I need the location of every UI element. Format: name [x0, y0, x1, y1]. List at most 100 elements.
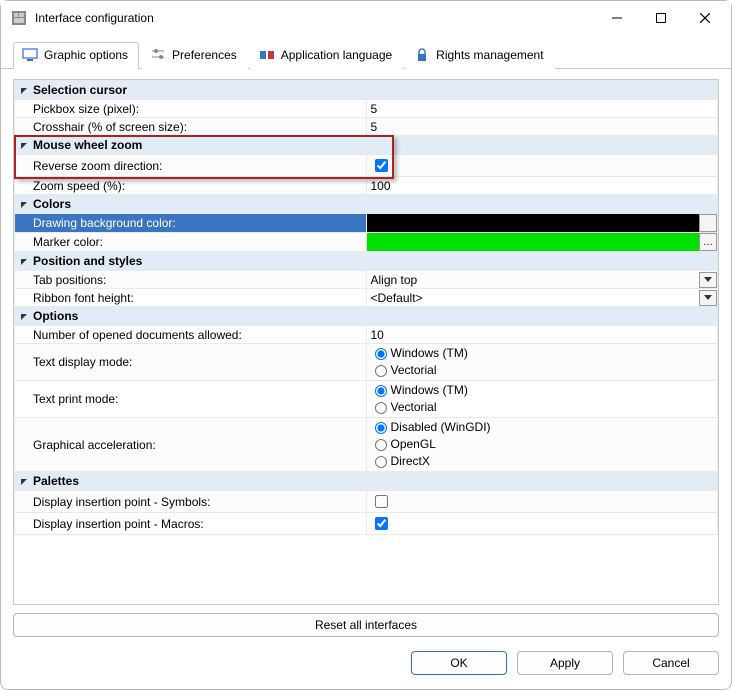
label: Display insertion point - Symbols: — [33, 495, 210, 509]
sliders-icon — [150, 47, 166, 63]
property-grid: Selection cursor Pickbox size (pixel): 5… — [14, 80, 718, 535]
section-title: Options — [33, 309, 78, 323]
text-print-vectorial-radio-label[interactable]: Vectorial — [371, 399, 714, 416]
row-tab-positions: Tab positions: Align top — [15, 271, 718, 289]
label: Crosshair (% of screen size): — [33, 120, 187, 134]
marker-color-swatch[interactable] — [367, 233, 700, 251]
tab-label: Rights management — [436, 48, 543, 62]
label: Ribbon font height: — [33, 291, 134, 305]
row-reverse-zoom: Reverse zoom direction: — [15, 155, 718, 177]
tab-application-language[interactable]: Application language — [250, 42, 403, 69]
gaccel-directx-radio[interactable] — [375, 456, 387, 468]
tab-graphic-options[interactable]: Graphic options — [13, 42, 139, 69]
tab-label: Graphic options — [44, 48, 128, 62]
apply-button[interactable]: Apply — [517, 651, 613, 675]
section-title: Selection cursor — [33, 83, 127, 97]
row-display-insertion-macros: Display insertion point - Macros: — [15, 513, 718, 535]
text-display-windows-radio-label[interactable]: Windows (TM) — [371, 345, 714, 362]
label: Reverse zoom direction: — [33, 159, 162, 173]
minimize-button[interactable] — [595, 3, 639, 33]
section-options[interactable]: Options — [15, 307, 718, 326]
window-title: Interface configuration — [35, 11, 595, 25]
text-display-windows-radio[interactable] — [375, 348, 387, 360]
section-selection-cursor[interactable]: Selection cursor — [15, 81, 718, 100]
label: Text print mode: — [33, 392, 118, 406]
row-pickbox-size: Pickbox size (pixel): 5 — [15, 100, 718, 118]
symbols-checkbox[interactable] — [375, 495, 388, 508]
row-display-insertion-symbols: Display insertion point - Symbols: — [15, 491, 718, 513]
bg-color-swatch[interactable] — [367, 214, 700, 232]
disclosure-icon — [19, 476, 29, 486]
dialog-buttons: OK Apply Cancel — [1, 645, 731, 689]
gaccel-disabled-radio[interactable] — [375, 422, 387, 434]
row-ribbon-font-height: Ribbon font height: <Default> — [15, 289, 718, 307]
tab-positions-combo[interactable]: Align top — [367, 272, 718, 288]
monitor-icon — [22, 47, 38, 63]
tab-rights-management[interactable]: Rights management — [405, 42, 554, 69]
row-opened-documents: Number of opened documents allowed: 10 — [15, 326, 718, 344]
property-grid-container: Selection cursor Pickbox size (pixel): 5… — [13, 79, 719, 605]
reverse-zoom-checkbox[interactable] — [375, 159, 388, 172]
section-title: Palettes — [33, 474, 79, 488]
row-text-print-mode: Text print mode: Windows (TM) Vectorial — [15, 381, 718, 418]
section-palettes[interactable]: Palettes — [15, 472, 718, 491]
label: Zoom speed (%): — [33, 179, 125, 193]
label: Drawing background color: — [33, 216, 176, 230]
chevron-down-icon[interactable] — [699, 290, 717, 306]
chevron-down-icon[interactable] — [699, 272, 717, 288]
label: Display insertion point - Macros: — [33, 517, 204, 531]
marker-color-picker-button[interactable]: … — [699, 233, 717, 251]
gaccel-opengl-radio[interactable] — [375, 439, 387, 451]
text-print-windows-radio[interactable] — [375, 385, 387, 397]
ribbon-font-height-combo[interactable]: <Default> — [367, 290, 718, 306]
cancel-button[interactable]: Cancel — [623, 651, 719, 675]
section-mouse-wheel-zoom[interactable]: Mouse wheel zoom — [15, 136, 718, 155]
bg-color-picker-button[interactable]: … — [699, 214, 717, 232]
label: Tab positions: — [33, 273, 106, 287]
tabstrip: Graphic options Preferences Application … — [1, 35, 731, 69]
label: Graphical acceleration: — [33, 438, 156, 452]
ok-button[interactable]: OK — [411, 651, 507, 675]
text-print-windows-radio-label[interactable]: Windows (TM) — [371, 382, 714, 399]
label: Marker color: — [33, 235, 103, 249]
language-icon — [259, 47, 275, 63]
lock-icon — [414, 47, 430, 63]
row-text-display-mode: Text display mode: Windows (TM) Vectoria… — [15, 344, 718, 381]
row-zoom-speed: Zoom speed (%): 100 — [15, 177, 718, 195]
tab-label: Preferences — [172, 48, 237, 62]
row-crosshair: Crosshair (% of screen size): 5 — [15, 118, 718, 136]
combo-value: Align top — [367, 272, 700, 288]
disclosure-icon — [19, 85, 29, 95]
section-title: Position and styles — [33, 254, 142, 268]
combo-value: <Default> — [367, 290, 700, 306]
section-colors[interactable]: Colors — [15, 195, 718, 214]
label: Number of opened documents allowed: — [33, 328, 242, 342]
maximize-button[interactable] — [639, 3, 683, 33]
gaccel-opengl-radio-label[interactable]: OpenGL — [371, 436, 714, 453]
section-position-styles[interactable]: Position and styles — [15, 252, 718, 271]
text-display-vectorial-radio-label[interactable]: Vectorial — [371, 362, 714, 379]
label: Text display mode: — [33, 355, 132, 369]
disclosure-icon — [19, 311, 29, 321]
row-graphical-acceleration: Graphical acceleration: Disabled (WinGDI… — [15, 418, 718, 472]
section-title: Colors — [33, 197, 71, 211]
docs-value[interactable]: 10 — [371, 328, 384, 342]
row-marker-color: Marker color: … — [15, 233, 718, 252]
section-title: Mouse wheel zoom — [33, 138, 142, 152]
pickbox-value[interactable]: 5 — [371, 102, 378, 116]
row-drawing-background-color: Drawing background color: … — [15, 214, 718, 233]
reset-all-interfaces-button[interactable]: Reset all interfaces — [13, 613, 719, 637]
app-icon — [11, 10, 27, 26]
text-display-vectorial-radio[interactable] — [375, 365, 387, 377]
macros-checkbox[interactable] — [375, 517, 388, 530]
close-button[interactable] — [683, 3, 727, 33]
crosshair-value[interactable]: 5 — [371, 120, 378, 134]
label: Pickbox size (pixel): — [33, 102, 139, 116]
gaccel-directx-radio-label[interactable]: DirectX — [371, 453, 714, 470]
gaccel-disabled-radio-label[interactable]: Disabled (WinGDI) — [371, 419, 714, 436]
text-print-vectorial-radio[interactable] — [375, 402, 387, 414]
tab-label: Application language — [281, 48, 392, 62]
disclosure-icon — [19, 140, 29, 150]
zoom-speed-value[interactable]: 100 — [371, 179, 391, 193]
tab-preferences[interactable]: Preferences — [141, 42, 248, 69]
